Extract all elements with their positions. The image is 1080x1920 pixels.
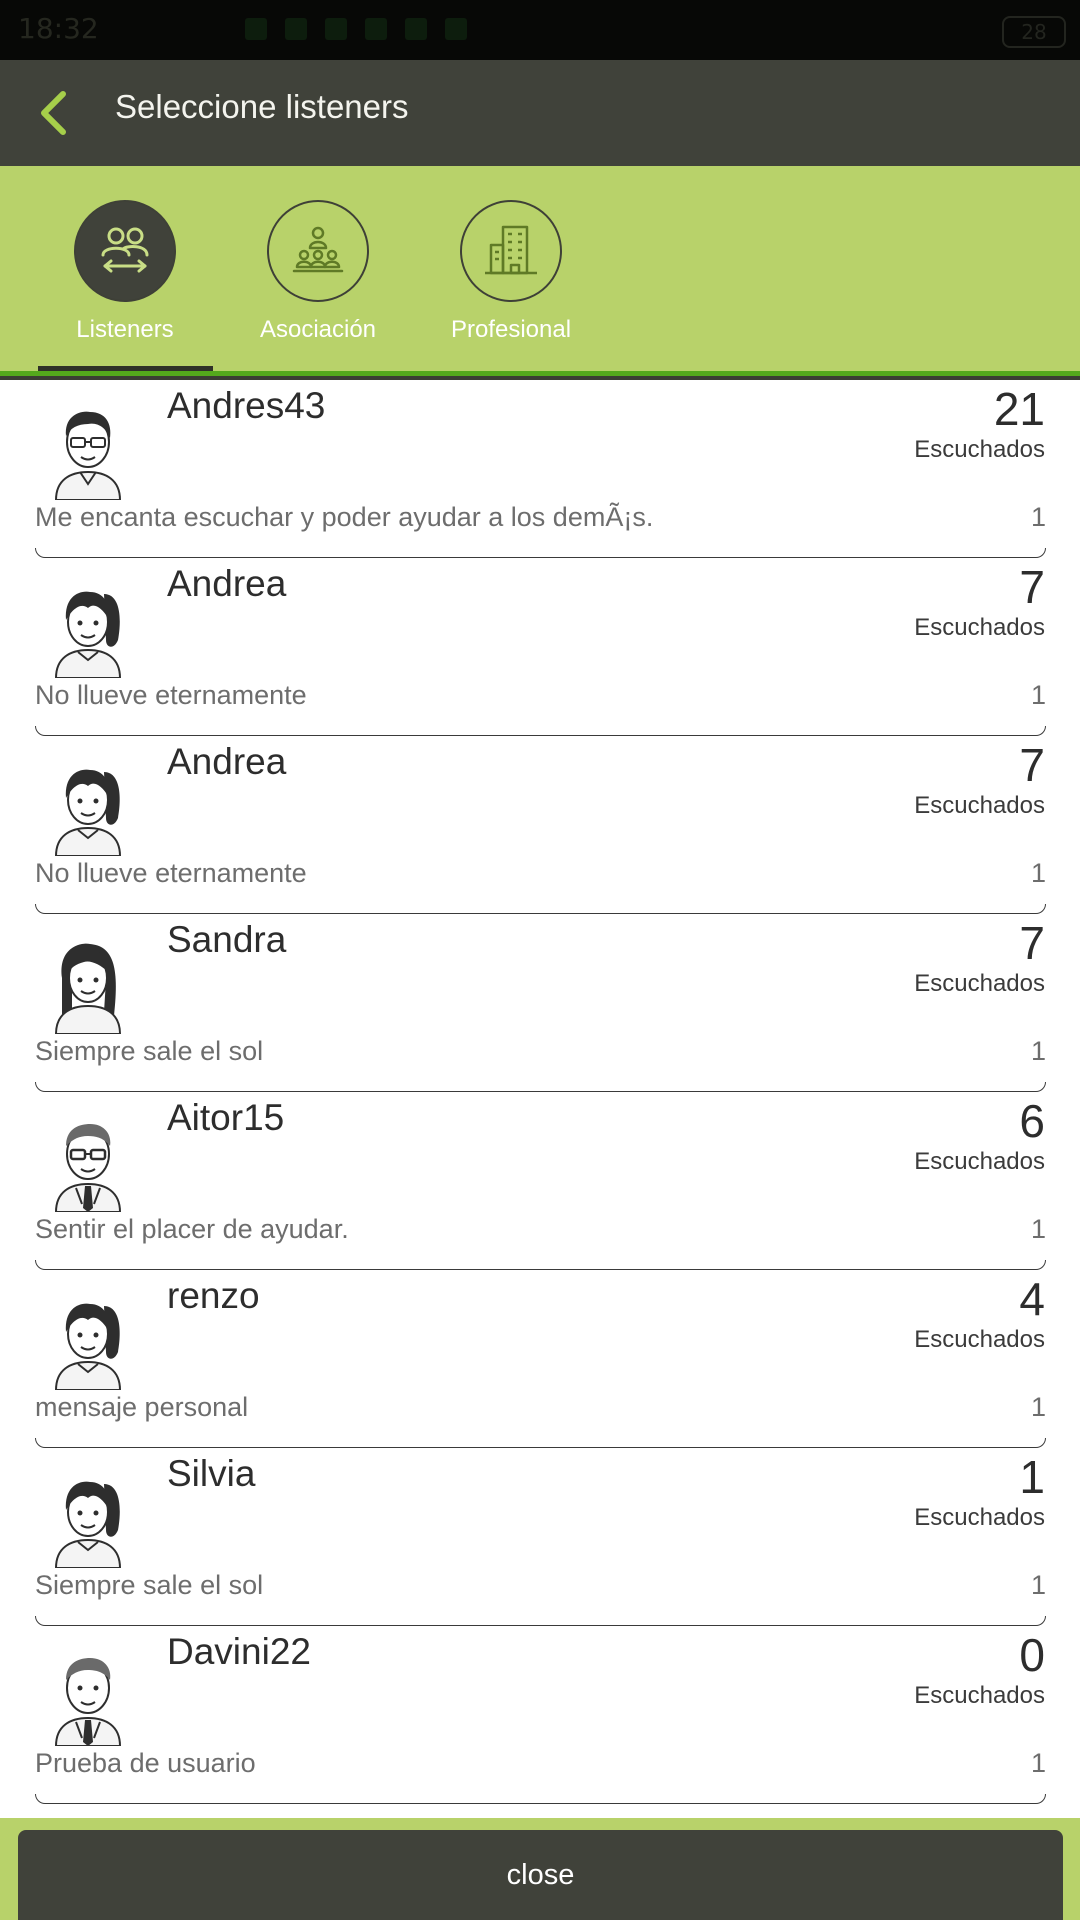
tab-label: Profesional [450,316,572,343]
listener-row[interactable]: Davini22 0 Escuchados Prueba de usuario 1 [0,1626,1080,1804]
tab-icon-circle [267,200,369,302]
listened-count-label: Escuchados [914,792,1045,819]
listener-number: 1 [1030,1036,1046,1066]
listener-message: No llueve eternamente [35,858,307,888]
tab-bar: Listeners Asociación Profesional [0,166,1080,380]
avatar-icon [54,1124,122,1212]
page-title: Seleccione listeners [115,88,409,125]
listener-row[interactable]: Silvia 1 Escuchados Siempre sale el sol 1 [0,1448,1080,1626]
status-bar: 18:32 28 [0,0,1080,60]
battery-icon: 28 [1002,16,1066,48]
listener-message: mensaje personal [35,1392,249,1422]
listener-message: Prueba de usuario [35,1748,256,1778]
footer: close [0,1818,1080,1920]
listened-count-label: Escuchados [914,614,1045,641]
listened-count: 4 [1019,1273,1045,1325]
listened-count-label: Escuchados [914,436,1045,463]
listened-count-label: Escuchados [914,970,1045,997]
listened-count: 7 [1019,739,1045,791]
row-divider [35,1260,1046,1270]
avatar-icon [54,943,122,1034]
avatar-icon [54,411,122,500]
listened-count: 7 [1019,561,1045,613]
listener-name: Sandra [167,919,287,960]
listener-name: Andres43 [167,385,326,426]
row-divider [35,904,1046,914]
listener-name: Aitor15 [167,1097,285,1138]
listener-number: 1 [1030,1214,1046,1244]
listener-number: 1 [1030,1392,1046,1422]
listener-row[interactable]: Sandra 7 Escuchados Siempre sale el sol 1 [0,914,1080,1092]
listened-count-label: Escuchados [914,1326,1045,1353]
tab-listeners[interactable]: Listeners [40,200,210,344]
row-divider [35,1082,1046,1092]
avatar-icon [54,1481,122,1568]
avatar-icon [54,769,122,856]
listener-row[interactable]: Andrea 7 Escuchados No llueve eternamente 1 [0,558,1080,736]
notification-icon [405,18,427,40]
listener-row[interactable]: Andrea 7 Escuchados No llueve eternamente 1 [0,736,1080,914]
listener-name: Silvia [167,1453,256,1494]
listened-count: 21 [993,383,1045,435]
listener-name: renzo [167,1275,260,1316]
listener-number: 1 [1030,1570,1046,1600]
listener-row[interactable]: Aitor15 6 Escuchados Sentir el placer de ay… [0,1092,1080,1270]
listener-message: Siempre sale el sol [35,1036,264,1066]
listened-count-label: Escuchados [914,1504,1045,1531]
row-divider [35,548,1046,558]
listened-count: 0 [1019,1629,1045,1681]
listener-row[interactable]: Andres43 21 Escuchados Me encanta escuchar … [0,380,1080,558]
avatar-icon [54,591,122,678]
close-button[interactable]: close [18,1830,1063,1920]
tab-indicator [38,366,213,371]
association-group-icon [292,226,344,273]
app-header: Seleccione listeners [0,60,1080,166]
listener-message: Siempre sale el sol [35,1570,264,1600]
notification-icon [285,18,307,40]
listener-number: 1 [1030,502,1046,532]
listener-message: Sentir el placer de ayudar. [35,1214,349,1244]
notification-icon [325,18,347,40]
listeners-exchange-icon [101,227,149,273]
listener-name: Andrea [167,741,287,782]
tab-icon-circle [460,200,562,302]
listened-count-label: Escuchados [914,1682,1045,1709]
row-divider [35,1794,1046,1804]
tab-icon-circle [74,200,176,302]
tab-label: Asociación [259,316,377,343]
listener-row[interactable]: renzo 4 Escuchados mensaje personal 1 [0,1270,1080,1448]
avatar-icon [54,1303,122,1390]
tab-label: Listeners [76,316,174,343]
row-divider [35,1438,1046,1448]
tab-asociacion[interactable]: Asociación [233,200,403,344]
listener-number: 1 [1030,680,1046,710]
listener-list[interactable]: Andres43 21 Escuchados Me encanta escuchar … [0,380,1080,1820]
row-divider [35,726,1046,736]
back-button[interactable] [30,82,92,144]
chevron-left-icon [41,91,66,135]
listener-name: Davini22 [167,1631,311,1672]
status-time: 18:32 [18,12,99,45]
listened-count: 7 [1019,917,1045,969]
avatar-icon [54,1658,122,1746]
listener-message: Me encanta escuchar y poder ayudar a los… [35,502,654,532]
listener-number: 1 [1030,1748,1046,1778]
listener-message: No llueve eternamente [35,680,307,710]
listener-name: Andrea [167,563,287,604]
listener-number: 1 [1030,858,1046,888]
listened-count: 6 [1019,1095,1045,1147]
listened-count-label: Escuchados [914,1148,1045,1175]
listened-count: 1 [1019,1451,1045,1503]
building-icon [485,225,537,275]
notification-icon [445,18,467,40]
notification-icon [365,18,387,40]
tab-profesional[interactable]: Profesional [426,200,596,344]
row-divider [35,1616,1046,1626]
notification-icon [245,18,267,40]
